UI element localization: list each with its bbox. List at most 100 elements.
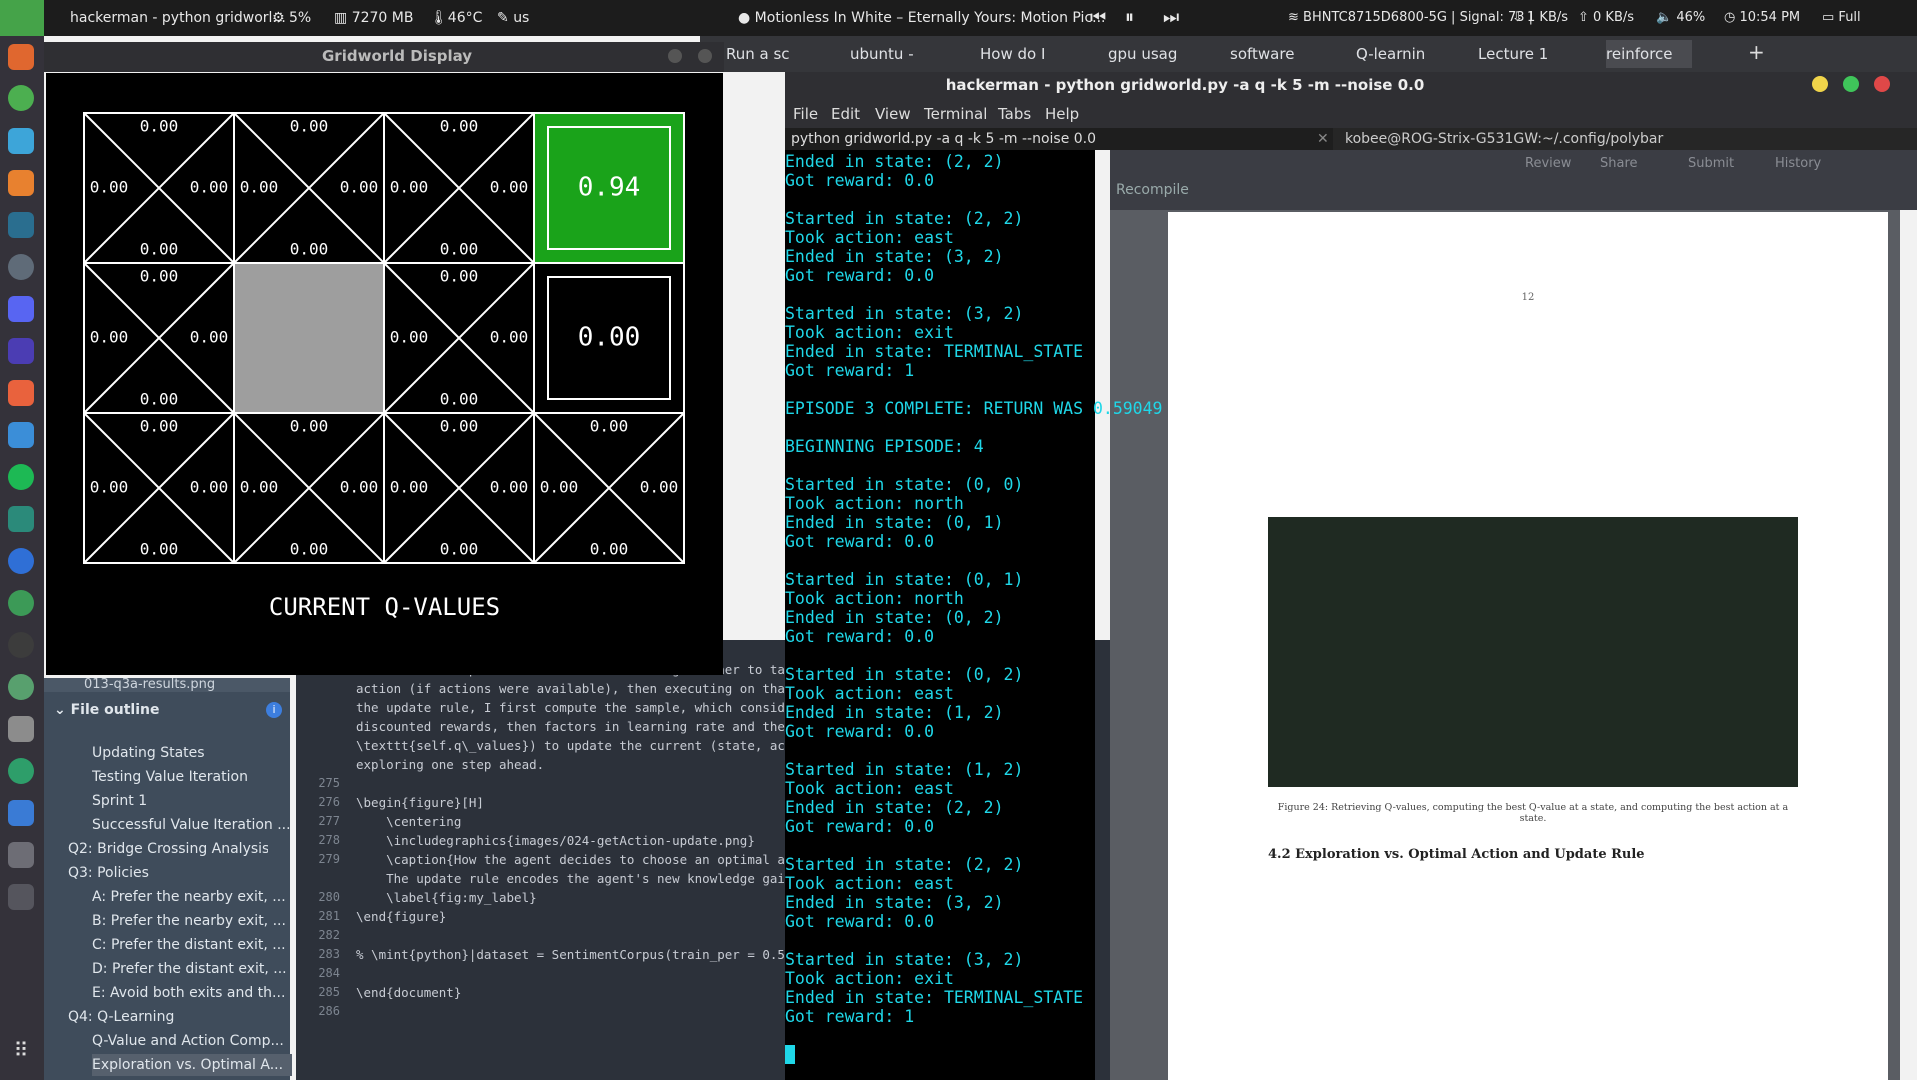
- outline-item[interactable]: E: Avoid both exits and th...: [92, 982, 292, 1004]
- maximize-button[interactable]: [1843, 76, 1859, 92]
- eye-icon[interactable]: [8, 674, 34, 700]
- code-line[interactable]: \end{figure}: [356, 909, 446, 924]
- outline-item[interactable]: D: Prefer the distant exit, ...: [92, 958, 292, 980]
- apps-button[interactable]: [0, 0, 44, 36]
- discord-icon[interactable]: [8, 296, 34, 322]
- menu-tabs[interactable]: Tabs: [998, 100, 1031, 128]
- browser-tab[interactable]: ubuntu -: [850, 40, 930, 68]
- outline-item[interactable]: Testing Value Iteration: [92, 766, 292, 788]
- history-button[interactable]: History: [1775, 156, 1821, 171]
- code-line[interactable]: The update rule encodes the agent's new …: [356, 871, 800, 886]
- outline-item[interactable]: Q2: Bridge Crossing Analysis: [68, 838, 268, 860]
- close-tab-icon[interactable]: ✕: [1317, 128, 1329, 150]
- vscode-icon[interactable]: [8, 338, 34, 364]
- q-value-east: 0.00: [190, 178, 229, 197]
- menu-file[interactable]: File: [793, 100, 818, 128]
- menu-view[interactable]: View: [875, 100, 911, 128]
- info-icon[interactable]: i: [266, 702, 282, 718]
- q-value-north: 0.00: [440, 417, 479, 436]
- outline-item[interactable]: Exploration vs. Optimal A...: [92, 1054, 292, 1076]
- download-speed: ⇩ 1 KB/s: [1512, 10, 1569, 25]
- minimize-button[interactable]: [1812, 76, 1828, 92]
- terminal-icon[interactable]: [8, 212, 34, 238]
- minimize-button[interactable]: [668, 49, 682, 63]
- code-line[interactable]: \label{fig:my_label}: [356, 890, 537, 905]
- chrome-icon[interactable]: [8, 85, 34, 111]
- code-line[interactable]: \begin{figure}[H]: [356, 795, 484, 810]
- code-line[interactable]: \centering: [356, 814, 461, 829]
- outline-item[interactable]: Sprint 1: [92, 790, 292, 812]
- ubuntu-icon[interactable]: [8, 44, 34, 70]
- browser-tab[interactable]: Run a sc: [726, 40, 804, 68]
- outline-item[interactable]: C: Prefer the distant exit, ...: [92, 934, 292, 956]
- app-dock: ⠿: [0, 36, 44, 1080]
- code-line[interactable]: action (if actions were available), then…: [356, 681, 793, 696]
- menu-terminal[interactable]: Terminal: [924, 100, 987, 128]
- monitor-icon[interactable]: [8, 800, 34, 826]
- file-outline-title[interactable]: ⌄ File outline: [54, 702, 159, 718]
- new-tab-icon[interactable]: +: [1748, 40, 1765, 64]
- code-line[interactable]: \includegraphics{images/024-getAction-up…: [356, 833, 755, 848]
- q-value-east: 0.00: [340, 178, 379, 197]
- globe-icon[interactable]: [8, 590, 34, 616]
- network-tool-icon[interactable]: [8, 842, 34, 868]
- puzzle-icon[interactable]: [8, 758, 34, 784]
- pause-icon[interactable]: ⏸: [1125, 0, 1134, 36]
- browser-tab[interactable]: gpu usag: [1108, 40, 1192, 68]
- outline-item[interactable]: Successful Value Iteration ...: [92, 814, 292, 836]
- outline-item[interactable]: Q3: Policies: [68, 862, 268, 884]
- show-apps-icon[interactable]: ⠿: [8, 1038, 34, 1064]
- terminal-tab[interactable]: kobee@ROG-Strix-G531GW:~/.config/polybar: [1345, 128, 1663, 150]
- browser-tab-active[interactable]: reinforce: [1606, 40, 1692, 68]
- close-button[interactable]: [1874, 76, 1890, 92]
- code-line[interactable]: discounted rewards, then factors in lear…: [356, 719, 800, 734]
- google-icon[interactable]: [8, 548, 34, 574]
- previous-track-icon[interactable]: ⏮: [1090, 0, 1106, 36]
- q-value-north: 0.00: [140, 417, 179, 436]
- close-button[interactable]: [698, 49, 712, 63]
- outline-item[interactable]: Updating States: [92, 742, 292, 764]
- q-value-south: 0.00: [440, 240, 479, 259]
- q-value-north: 0.00: [590, 417, 629, 436]
- software-center-icon[interactable]: [8, 170, 34, 196]
- spotify-dock-icon[interactable]: [8, 464, 34, 490]
- volume-indicator[interactable]: 🔈 46%: [1656, 0, 1705, 36]
- outline-item[interactable]: Q-Value and Action Comp...: [92, 1030, 292, 1052]
- code-line[interactable]: \texttt{self.q\_values}) to update the c…: [356, 738, 800, 753]
- browser-tab[interactable]: How do I: [980, 40, 1068, 68]
- code-line[interactable]: \end{document}: [356, 985, 461, 1000]
- menu-edit[interactable]: Edit: [831, 100, 860, 128]
- outline-item[interactable]: Q4: Q-Learning: [68, 1006, 268, 1028]
- slack-icon[interactable]: [8, 506, 34, 532]
- network-indicator[interactable]: ≋ BHNTC8715D6800-5G | Signal: 73 |: [1288, 0, 1533, 36]
- menu-help[interactable]: Help: [1045, 100, 1079, 128]
- settings-icon[interactable]: [8, 254, 34, 280]
- outline-item[interactable]: B: Prefer the nearby exit, ...: [92, 910, 292, 932]
- calculator-icon[interactable]: [8, 380, 34, 406]
- obs-icon[interactable]: [8, 632, 34, 658]
- share-button[interactable]: Share: [1600, 156, 1638, 171]
- browser-tab[interactable]: software: [1230, 40, 1318, 68]
- archive-icon[interactable]: [8, 884, 34, 910]
- line-number: 275: [318, 776, 340, 790]
- file-outline-panel: 013-q3a-results.png ⌄ File outline i Upd…: [44, 678, 292, 1080]
- review-button[interactable]: Review: [1525, 156, 1571, 171]
- files-icon[interactable]: [8, 128, 34, 154]
- q-value-west: 0.00: [240, 478, 279, 497]
- disks-icon[interactable]: [8, 716, 34, 742]
- tasks-icon[interactable]: [8, 422, 34, 448]
- code-line[interactable]: the update rule, I first compute the sam…: [356, 700, 800, 715]
- browser-tab[interactable]: Q-learnin: [1356, 40, 1436, 68]
- browser-tab[interactable]: Lecture 1: [1478, 40, 1564, 68]
- code-line[interactable]: % \mint{python}|dataset = SentimentCorpu…: [356, 947, 793, 962]
- now-playing[interactable]: ● Motionless In White – Eternally Yours:…: [738, 0, 1106, 36]
- code-line[interactable]: exploring one step ahead.: [356, 757, 544, 772]
- submit-button[interactable]: Submit: [1688, 156, 1734, 171]
- terminal-tab-active[interactable]: python gridworld.py -a q -k 5 -m --noise…: [785, 128, 1333, 150]
- line-number: 278: [318, 833, 340, 847]
- q-value-west: 0.00: [90, 478, 129, 497]
- next-track-icon[interactable]: ⏭: [1163, 0, 1179, 36]
- file-tab[interactable]: 013-q3a-results.png: [44, 678, 290, 692]
- code-line[interactable]: \caption{How the agent decides to choose…: [356, 852, 800, 867]
- outline-item[interactable]: A: Prefer the nearby exit, ...: [92, 886, 292, 908]
